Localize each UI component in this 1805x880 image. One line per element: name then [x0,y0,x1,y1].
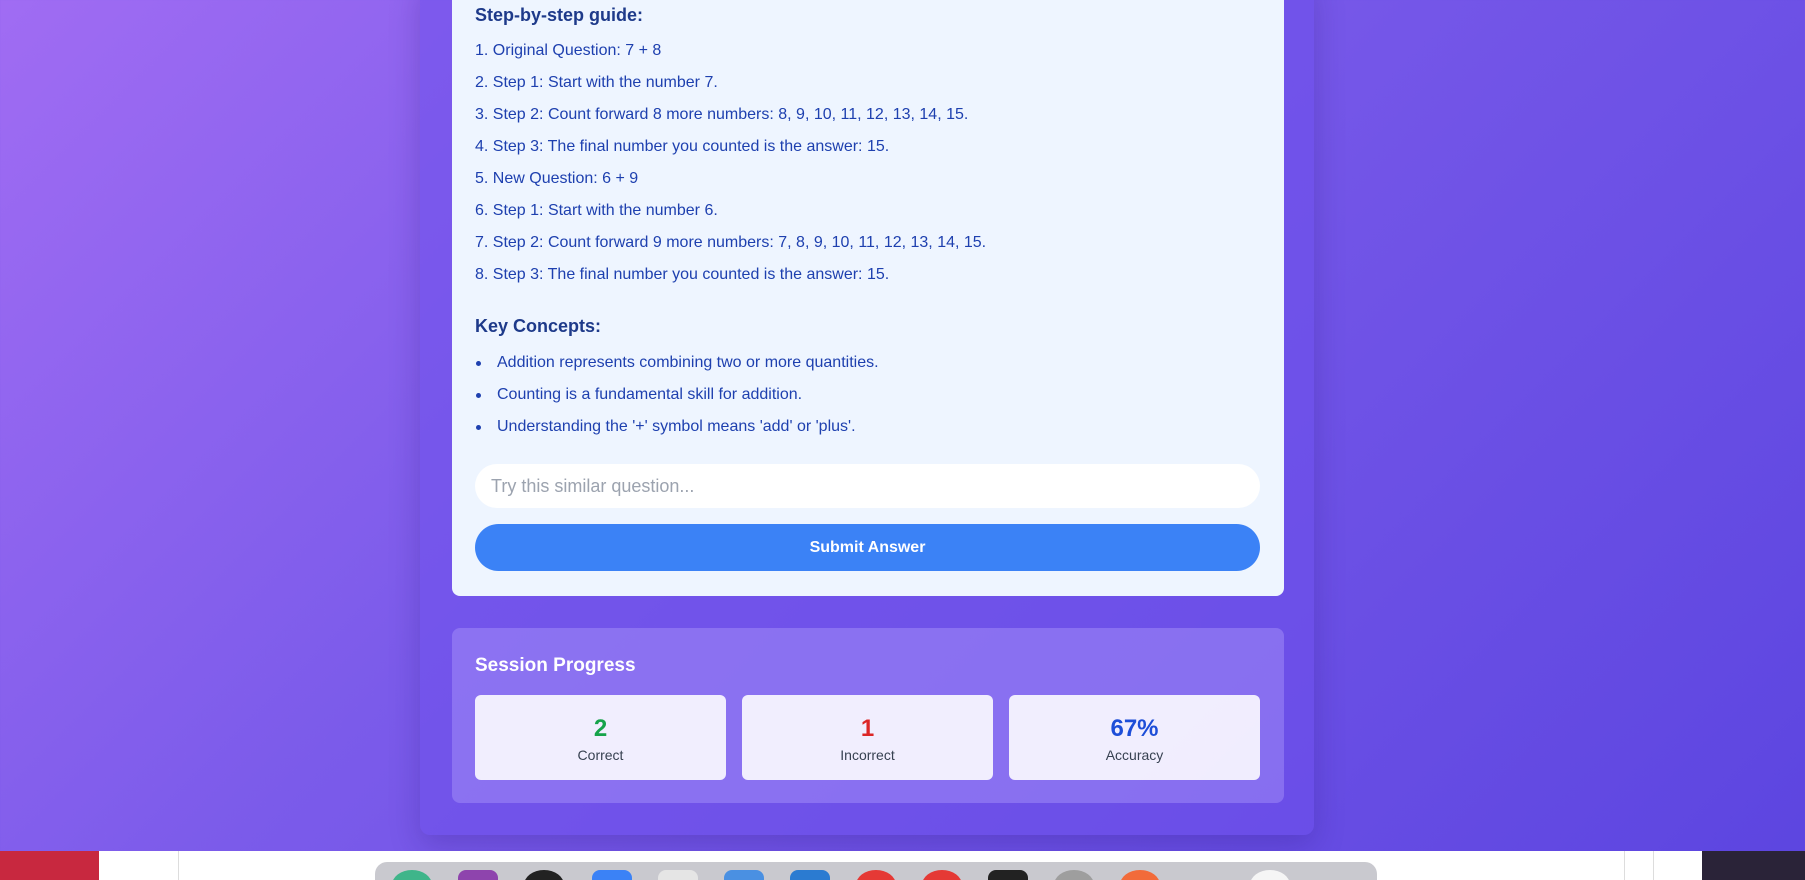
incorrect-stat: 1 Incorrect [742,695,993,780]
step-item: 8. Step 3: The final number you counted … [475,266,890,283]
step-item: 6. Step 1: Start with the number 6. [475,202,718,219]
step-item: 3. Step 2: Count forward 8 more numbers:… [475,106,969,123]
taskbar-divider [1624,851,1625,880]
answer-input[interactable] [475,464,1260,508]
concept-item: Addition represents combining two or mor… [475,352,879,384]
taskbar-divider [1653,851,1654,880]
key-concepts-list: Addition represents combining two or mor… [475,352,879,448]
incorrect-count: 1 [860,715,875,742]
app-icon[interactable] [458,870,498,880]
session-progress-title: Session Progress [475,655,636,676]
correct-label: Correct [577,747,624,763]
step-item: 4. Step 3: The final number you counted … [475,138,890,155]
taskbar-divider [178,851,179,880]
app-icon[interactable] [658,870,698,880]
correct-stat: 2 Correct [475,695,726,780]
correct-count: 2 [593,715,608,742]
key-concepts-title: Key Concepts: [475,316,602,336]
incorrect-label: Incorrect [840,747,895,763]
app-icon[interactable] [592,870,632,880]
submit-answer-button[interactable]: Submit Answer [475,524,1260,571]
concept-item: Understanding the '+' symbol means 'add'… [475,416,879,448]
taskbar-right-block[interactable] [1702,851,1805,880]
step-item: 1. Original Question: 7 + 8 [475,42,662,59]
concept-item: Counting is a fundamental skill for addi… [475,384,879,416]
step-item: 5. New Question: 6 + 9 [475,170,639,187]
taskbar-left-block[interactable] [0,851,99,880]
app-icon[interactable] [724,870,764,880]
app-icon[interactable] [988,870,1028,880]
app-icon[interactable] [790,870,830,880]
step-guide-title: Step-by-step guide: [475,5,644,25]
accuracy-label: Accuracy [1105,747,1164,763]
step-list: 1. Original Question: 7 + 8 2. Step 1: S… [475,40,986,296]
accuracy-stat: 67% Accuracy [1009,695,1260,780]
step-item: 2. Step 1: Start with the number 7. [475,74,718,91]
accuracy-value: 67% [1110,715,1159,742]
step-item: 7. Step 2: Count forward 9 more numbers:… [475,234,987,251]
